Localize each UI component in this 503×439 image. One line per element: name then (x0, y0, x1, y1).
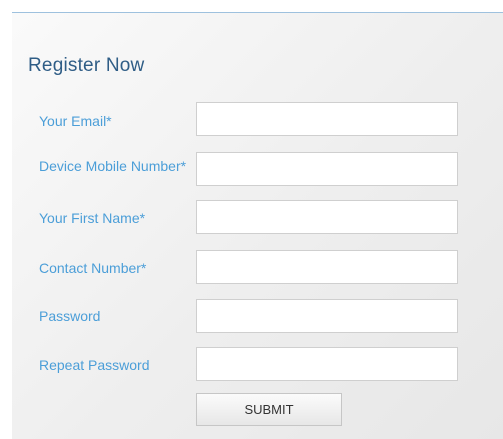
repeat-password-label: Repeat Password (39, 357, 150, 373)
first-name-label: Your First Name* (39, 210, 146, 226)
device-mobile-number-field[interactable] (196, 152, 458, 186)
password-field[interactable] (196, 299, 458, 333)
submit-button[interactable]: SUBMIT (196, 393, 342, 426)
device-mobile-number-label: Device Mobile Number* (39, 158, 187, 174)
registration-panel: Register Now Your Email* Device Mobile N… (12, 12, 503, 439)
contact-number-label: Contact Number* (39, 260, 147, 276)
email-field[interactable] (196, 102, 458, 136)
password-label: Password (39, 308, 101, 324)
repeat-password-field[interactable] (196, 347, 458, 381)
email-label: Your Email* (39, 113, 112, 129)
contact-number-field[interactable] (196, 250, 458, 284)
first-name-field[interactable] (196, 200, 458, 234)
form-title: Register Now (28, 55, 145, 76)
